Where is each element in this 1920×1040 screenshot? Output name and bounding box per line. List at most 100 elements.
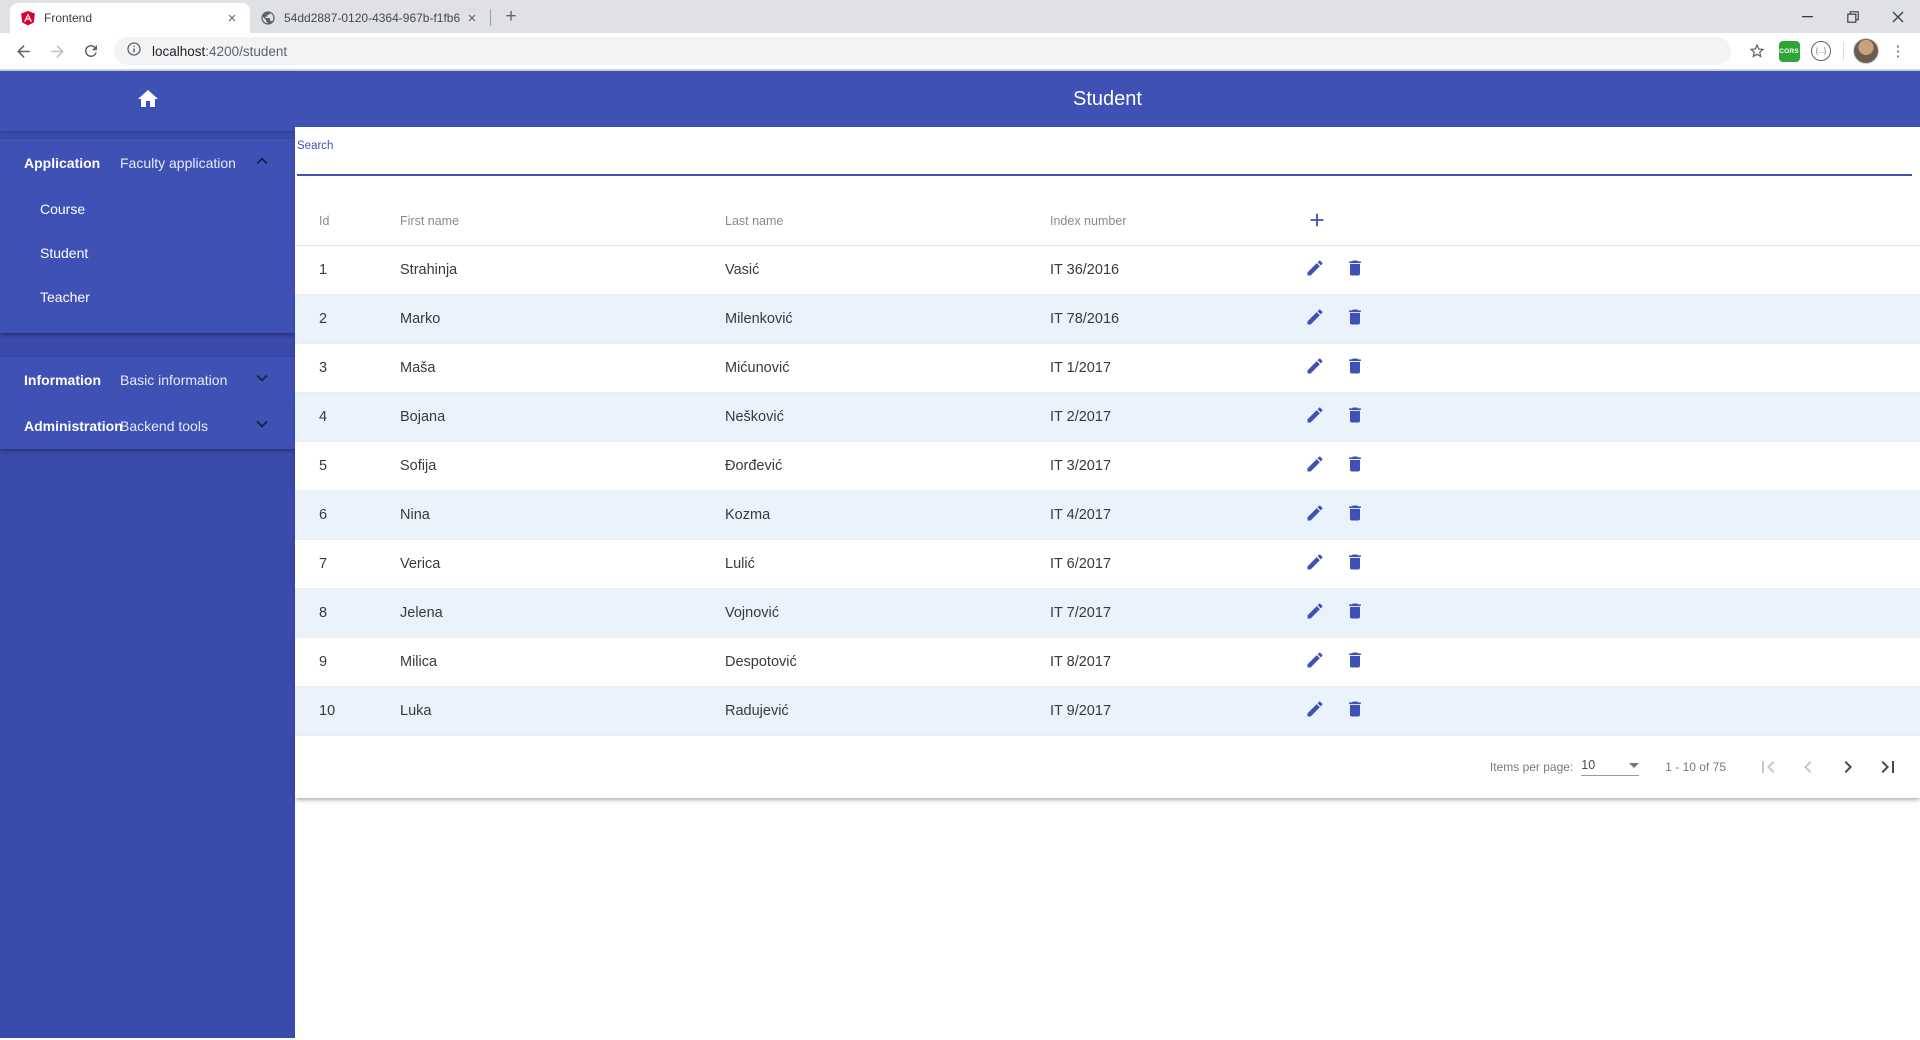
forward-button[interactable] bbox=[42, 36, 72, 66]
table-row: 2 Marko Milenković IT 78/2016 bbox=[295, 295, 1920, 344]
globe-icon bbox=[260, 10, 276, 26]
search-field: Search bbox=[295, 127, 1920, 176]
table-row: 10 Luka Radujević IT 9/2017 bbox=[295, 687, 1920, 736]
column-header-last-name: Last name bbox=[725, 214, 784, 228]
cell-id: 4 bbox=[319, 409, 328, 425]
edit-button[interactable] bbox=[1295, 446, 1335, 486]
panel-administration-header[interactable]: Administration Backend tools bbox=[0, 403, 295, 449]
cell-first-name: Jelena bbox=[400, 605, 443, 621]
delete-button[interactable] bbox=[1335, 495, 1375, 535]
table-row: 1 Strahinja Vasić IT 36/2016 bbox=[295, 246, 1920, 295]
tab-close-icon[interactable]: × bbox=[464, 10, 480, 27]
next-page-button[interactable] bbox=[1828, 747, 1868, 787]
delete-button[interactable] bbox=[1335, 250, 1375, 290]
delete-button[interactable] bbox=[1335, 446, 1375, 486]
cell-last-name: Radujević bbox=[725, 703, 789, 719]
edit-button[interactable] bbox=[1295, 397, 1335, 437]
edit-button[interactable] bbox=[1295, 495, 1335, 535]
cell-first-name: Strahinja bbox=[400, 262, 458, 278]
profile-avatar[interactable] bbox=[1852, 37, 1880, 65]
delete-button[interactable] bbox=[1335, 348, 1375, 388]
delete-button[interactable] bbox=[1335, 299, 1375, 339]
edit-button[interactable] bbox=[1295, 348, 1335, 388]
chevron-down-icon bbox=[251, 367, 273, 394]
cell-index-number: IT 8/2017 bbox=[1050, 654, 1112, 670]
first-page-button[interactable] bbox=[1748, 747, 1788, 787]
panel-administration: Administration Backend tools bbox=[0, 403, 295, 449]
edit-button[interactable] bbox=[1295, 250, 1335, 290]
page-info-icon[interactable] bbox=[126, 41, 142, 62]
table-row: 9 Milica Despotović IT 8/2017 bbox=[295, 638, 1920, 687]
url-bar[interactable]: localhost:4200/student bbox=[114, 37, 1731, 65]
bookmark-star-icon[interactable] bbox=[1743, 37, 1771, 65]
main-content: Student Search Id First name Last name I… bbox=[295, 71, 1920, 1038]
edit-button[interactable] bbox=[1295, 544, 1335, 584]
panel-application-header[interactable]: Application Faculty application bbox=[0, 139, 295, 187]
pencil-icon bbox=[1305, 650, 1325, 674]
cell-last-name: Vasić bbox=[725, 262, 760, 278]
page-header: Student bbox=[295, 71, 1920, 127]
cell-first-name: Nina bbox=[400, 507, 430, 523]
page-size-select[interactable]: 10 bbox=[1581, 758, 1640, 776]
search-input[interactable] bbox=[297, 152, 1912, 176]
browser-menu-icon[interactable]: ⋮ bbox=[1884, 37, 1912, 65]
last-page-button[interactable] bbox=[1868, 747, 1908, 787]
window-controls bbox=[1785, 0, 1920, 33]
delete-button[interactable] bbox=[1335, 691, 1375, 731]
page-range-label: 1 - 10 of 75 bbox=[1665, 760, 1726, 774]
cell-index-number: IT 36/2016 bbox=[1050, 262, 1120, 278]
trash-icon bbox=[1345, 650, 1365, 674]
window-minimize-button[interactable] bbox=[1785, 0, 1830, 33]
delete-button[interactable] bbox=[1335, 397, 1375, 437]
sidebar-item-student[interactable]: Student bbox=[0, 231, 295, 275]
edit-button[interactable] bbox=[1295, 299, 1335, 339]
browser-tab-uuid[interactable]: 54dd2887-0120-4364-967b-f1fb6 × bbox=[250, 3, 490, 33]
cell-last-name: Kozma bbox=[725, 507, 771, 523]
table-row: 5 Sofija Đorđević IT 3/2017 bbox=[295, 442, 1920, 491]
sidenav-toolbar bbox=[0, 71, 295, 131]
panel-information-header[interactable]: Information Basic information bbox=[0, 357, 295, 403]
delete-button[interactable] bbox=[1335, 593, 1375, 633]
panel-title: Administration bbox=[24, 418, 123, 434]
table-body: 1 Strahinja Vasić IT 36/2016 2 Marko Mil… bbox=[295, 246, 1920, 736]
cell-index-number: IT 6/2017 bbox=[1050, 556, 1112, 572]
window-close-button[interactable] bbox=[1875, 0, 1920, 33]
student-table: Id First name Last name Index number 1 S… bbox=[295, 197, 1920, 798]
cell-first-name: Marko bbox=[400, 311, 441, 327]
delete-button[interactable] bbox=[1335, 544, 1375, 584]
sidebar-item-course[interactable]: Course bbox=[0, 187, 295, 231]
page-size-value: 10 bbox=[1581, 758, 1596, 772]
table-row: 6 Nina Kozma IT 4/2017 bbox=[295, 491, 1920, 540]
reload-button[interactable] bbox=[76, 36, 106, 66]
panel-information: Information Basic information bbox=[0, 357, 295, 403]
cors-extension-icon[interactable]: CORS bbox=[1775, 37, 1803, 65]
add-student-button[interactable] bbox=[1297, 201, 1337, 241]
tab-close-icon[interactable]: × bbox=[224, 10, 240, 27]
window-restore-button[interactable] bbox=[1830, 0, 1875, 33]
previous-page-button[interactable] bbox=[1788, 747, 1828, 787]
cell-id: 6 bbox=[319, 507, 328, 523]
home-icon bbox=[136, 87, 160, 116]
table-row: 3 Maša Mićunović IT 1/2017 bbox=[295, 344, 1920, 393]
pencil-icon bbox=[1305, 699, 1325, 723]
edit-button[interactable] bbox=[1295, 642, 1335, 682]
sidenav-accordion: Application Faculty application Course S… bbox=[0, 139, 295, 449]
cell-last-name: Despotović bbox=[725, 654, 797, 670]
cell-first-name: Bojana bbox=[400, 409, 446, 425]
back-button[interactable] bbox=[8, 36, 38, 66]
panel-title: Application bbox=[24, 155, 101, 171]
edit-button[interactable] bbox=[1295, 691, 1335, 731]
delete-button[interactable] bbox=[1335, 642, 1375, 682]
edit-button[interactable] bbox=[1295, 593, 1335, 633]
cell-last-name: Vojnović bbox=[725, 605, 780, 621]
items-per-page-label: Items per page: bbox=[1489, 760, 1574, 774]
browser-tab-frontend[interactable]: Frontend × bbox=[10, 3, 250, 33]
home-button[interactable] bbox=[126, 79, 170, 123]
browser-tab-strip: Frontend × 54dd2887-0120-4364-967b-f1fb6… bbox=[0, 0, 1920, 33]
cell-id: 1 bbox=[319, 262, 328, 278]
braces-extension-icon[interactable]: {...} bbox=[1807, 37, 1835, 65]
pencil-icon bbox=[1305, 258, 1325, 282]
pencil-icon bbox=[1305, 454, 1325, 478]
sidebar-item-teacher[interactable]: Teacher bbox=[0, 275, 295, 319]
new-tab-button[interactable]: + bbox=[497, 3, 525, 31]
